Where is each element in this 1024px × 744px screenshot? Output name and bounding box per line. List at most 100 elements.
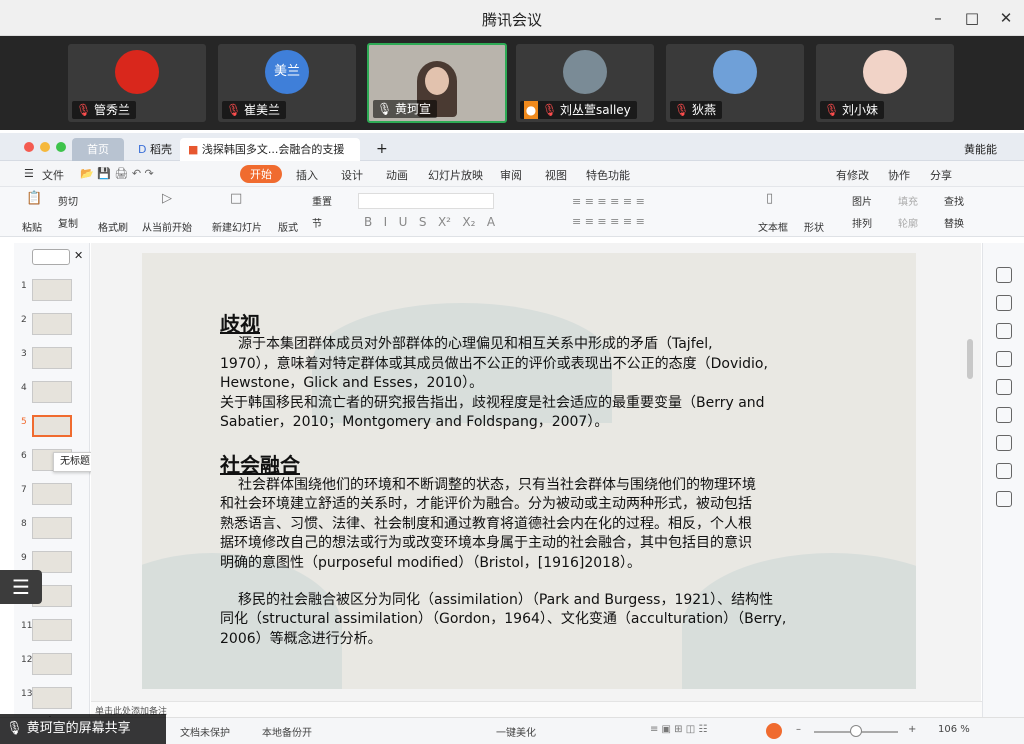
wps-tab-bar: 首页 D 稻壳 ■ 浅探韩国多文...会融合的支援 + 黄能能 (0, 133, 1024, 161)
tool-icon[interactable] (996, 407, 1012, 423)
slide-thumbnail[interactable] (32, 653, 72, 675)
tab-document[interactable]: ■ 浅探韩国多文...会融合的支援 (180, 138, 360, 161)
menu-slideshow[interactable]: 幻灯片放映 (428, 167, 483, 183)
slide-thumbnail[interactable] (32, 517, 72, 539)
menu-file[interactable]: 文件 (42, 167, 64, 183)
participant-tile-speaking[interactable]: 🎙 黄珂宣 (367, 43, 507, 123)
textbox-button[interactable]: 文本框 (758, 219, 788, 234)
tab-docer[interactable]: D 稻壳 (130, 138, 180, 161)
copy-button[interactable]: 复制 (58, 215, 78, 230)
zoom-in-icon[interactable]: + (908, 724, 916, 735)
screen-share-label: 🎙 黄珂宣的屏幕共享 (0, 714, 166, 744)
menu-view[interactable]: 视图 (545, 167, 567, 183)
new-tab-button[interactable]: + (368, 138, 396, 161)
picture-button[interactable]: 图片 (852, 193, 872, 208)
participant-tile[interactable]: 🎙 管秀兰 (68, 44, 206, 122)
menu-design[interactable]: 设计 (341, 167, 363, 183)
maximize-icon[interactable]: □ (960, 6, 984, 30)
font-format-buttons[interactable]: B I U S X² X₂ A (364, 215, 495, 229)
menu-features[interactable]: 特色功能 (586, 167, 630, 183)
reset-button[interactable]: 重置 (312, 193, 332, 208)
slide-thumbnail[interactable] (32, 483, 72, 505)
new-slide-button[interactable]: 新建幻灯片 (212, 219, 262, 234)
paragraph-buttons[interactable]: ≡ ≡ ≡ ≡ ≡ ≡ (572, 195, 645, 208)
tab-home[interactable]: 首页 (72, 138, 124, 161)
tool-icon[interactable] (996, 267, 1012, 283)
participant-tile[interactable]: 🎙 狄燕 (666, 44, 804, 122)
changes-button[interactable]: 有修改 (836, 167, 869, 183)
participant-tile[interactable]: ● 🎙 刘丛萱salley (516, 44, 654, 122)
from-current-button[interactable]: 从当前开始 (142, 219, 192, 234)
paragraph-line: 社会群体围绕他们的环境和不断调整的状态，只有当社会群体与围绕他们的物理环境 (238, 477, 756, 493)
floating-menu-icon[interactable]: ☰ (0, 570, 42, 604)
notes-area[interactable]: 单击此处添加备注 (91, 701, 982, 717)
textbox-icon[interactable]: ▯ (766, 191, 773, 206)
play-slideshow-icon[interactable] (766, 723, 782, 739)
format-painter-button[interactable]: 格式刷 (98, 219, 128, 234)
outline-button[interactable]: 轮廓 (898, 215, 918, 230)
menu-review[interactable]: 审阅 (500, 167, 522, 183)
zoom-out-icon[interactable]: – (796, 724, 801, 735)
minimize-icon[interactable]: – (926, 6, 950, 30)
docer-icon: D (138, 143, 150, 156)
mac-minimize-icon[interactable] (40, 142, 50, 152)
menu-icon[interactable]: ☰ (24, 167, 34, 180)
tool-icon[interactable] (996, 323, 1012, 339)
participant-tile[interactable]: 🎙 刘小妹 (816, 44, 954, 122)
zoom-handle[interactable] (850, 725, 862, 737)
menu-animation[interactable]: 动画 (386, 167, 408, 183)
slide-thumbnail[interactable] (32, 619, 72, 641)
beautify-button[interactable]: 一键美化 (496, 724, 536, 739)
menu-insert[interactable]: 插入 (296, 167, 318, 183)
mac-close-icon[interactable] (24, 142, 34, 152)
mic-muted-icon: 🎙 (674, 103, 690, 117)
arrange-button[interactable]: 排列 (852, 215, 872, 230)
user-name[interactable]: 黄能能 (956, 138, 1005, 161)
paste-button[interactable]: 粘贴 (22, 219, 42, 234)
tool-icon[interactable] (996, 435, 1012, 451)
view-mode-icons[interactable]: ≡ ▣ ⊞ ◫ ☷ (650, 724, 707, 735)
close-icon[interactable]: ✕ (994, 6, 1018, 30)
close-panel-icon[interactable]: ✕ (74, 249, 83, 262)
slide-thumbnail-selected[interactable] (32, 415, 72, 437)
participant-tile[interactable]: 美兰 🎙 崔美兰 (218, 44, 356, 122)
slide[interactable]: 歧视 源于本集团群体成员对外部群体的心理偏见和相互关系中形成的矛盾（Tajfel… (142, 253, 916, 689)
tool-icon[interactable] (996, 463, 1012, 479)
zoom-level: 106 % (938, 724, 970, 735)
quick-tools[interactable]: 📂 💾 🖨 ↶ ↷ (80, 167, 154, 180)
slide-thumbnail[interactable] (32, 279, 72, 301)
vertical-scrollbar[interactable] (967, 339, 973, 379)
mic-muted-icon: 🎙 (76, 103, 92, 117)
play-icon[interactable]: ▷ (162, 191, 172, 206)
fill-button[interactable]: 填充 (898, 193, 918, 208)
tool-icon[interactable] (996, 379, 1012, 395)
slide-thumbnail[interactable] (32, 381, 72, 403)
shape-button[interactable]: 形状 (804, 219, 824, 234)
new-slide-icon[interactable]: □ (230, 191, 242, 206)
slide-thumbnail[interactable] (32, 347, 72, 369)
cut-button[interactable]: 剪切 (58, 193, 78, 208)
paragraph-line: 熟悉语言、习惯、法律、社会制度和通过教育将道德社会内在化的过程。相反，个人根 (220, 516, 752, 532)
layout-button[interactable]: 版式 (278, 219, 298, 234)
section-button[interactable]: 节 (312, 215, 322, 230)
slide-thumbnail[interactable] (32, 313, 72, 335)
align-buttons[interactable]: ≡ ≡ ≡ ≡ ≡ ≡ (572, 215, 645, 228)
share-button[interactable]: 分享 (930, 167, 952, 183)
view-toggle[interactable] (32, 249, 70, 265)
tool-icon[interactable] (996, 491, 1012, 507)
replace-button[interactable]: 替换 (944, 215, 964, 230)
thumb-number: 6 (21, 451, 27, 461)
font-name-select[interactable] (358, 193, 494, 209)
paste-icon[interactable]: 📋 (26, 191, 42, 206)
collab-button[interactable]: 协作 (888, 167, 910, 183)
unprotected-status[interactable]: 文档未保护 (180, 724, 230, 739)
find-button[interactable]: 查找 (944, 193, 964, 208)
menu-start[interactable]: 开始 (240, 165, 282, 183)
mic-muted-icon: 🎙 (824, 103, 840, 117)
tool-icon[interactable] (996, 295, 1012, 311)
backup-status[interactable]: 本地备份开 (262, 724, 312, 739)
heading-social-integration: 社会融合 (220, 453, 300, 477)
tool-icon[interactable] (996, 351, 1012, 367)
slide-thumbnail[interactable] (32, 687, 72, 709)
mac-zoom-icon[interactable] (56, 142, 66, 152)
